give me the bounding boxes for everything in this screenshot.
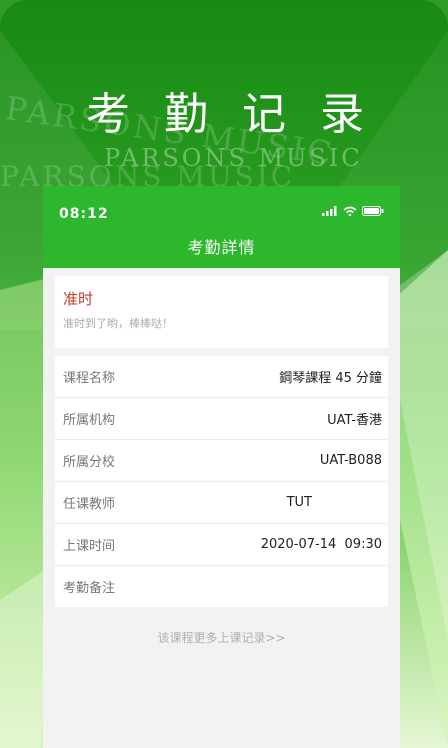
detail-row-organization: 所属机构 UAT-香港	[55, 398, 388, 440]
detail-label: 课程名称	[63, 371, 116, 386]
detail-label: 所属分校	[63, 455, 116, 470]
wifi-icon	[343, 206, 357, 216]
attendance-status-subtitle: 准时到了哟，棒棒哒！	[63, 317, 173, 330]
detail-value: TUT	[286, 495, 312, 510]
status-time: 08:12	[59, 206, 109, 222]
nav-bar: 考勤詳情	[43, 236, 400, 268]
detail-value: 鋼琴課程 45 分鐘	[279, 371, 382, 386]
phone-screen: 08:12 考勤詳情 准时 准时到了哟，棒棒哒！ 课程名称 鋼琴課程 45 分鐘…	[43, 186, 400, 748]
detail-row-branch: 所属分校 UAT-B088	[55, 440, 388, 482]
detail-row-course: 课程名称 鋼琴課程 45 分鐘	[55, 356, 388, 398]
detail-label: 考勤备注	[63, 581, 116, 596]
detail-row-class-time: 上课时间 2020-07-14 09:30	[55, 524, 388, 566]
detail-label: 上课时间	[63, 539, 116, 554]
detail-value: UAT-香港	[327, 413, 382, 428]
signal-icon	[322, 206, 337, 216]
attendance-status-card: 准时 准时到了哟，棒棒哒！	[55, 276, 388, 348]
detail-row-remark: 考勤备注	[55, 566, 388, 607]
hero-title: 考勤记录	[86, 89, 398, 140]
content: 准时 准时到了哟，棒棒哒！ 课程名称 鋼琴課程 45 分鐘 所属机构 UAT-香…	[43, 268, 400, 654]
detail-row-teacher: 任课教师 TUT	[55, 482, 388, 524]
page-title: 考勤詳情	[187, 238, 256, 257]
battery-icon	[362, 206, 384, 216]
detail-value: 2020-07-14 09:30	[260, 537, 382, 552]
detail-label: 任课教师	[63, 497, 116, 512]
attendance-status-title: 准时	[63, 290, 94, 308]
detail-label: 所属机构	[63, 413, 116, 428]
more-records-link[interactable]: 该课程更多上课记录>>	[55, 629, 388, 646]
detail-card: 课程名称 鋼琴課程 45 分鐘 所属机构 UAT-香港 所属分校 UAT-B08…	[55, 356, 388, 607]
status-bar: 08:12	[43, 186, 400, 236]
detail-value: UAT-B088	[319, 453, 382, 468]
status-icons	[322, 206, 384, 216]
